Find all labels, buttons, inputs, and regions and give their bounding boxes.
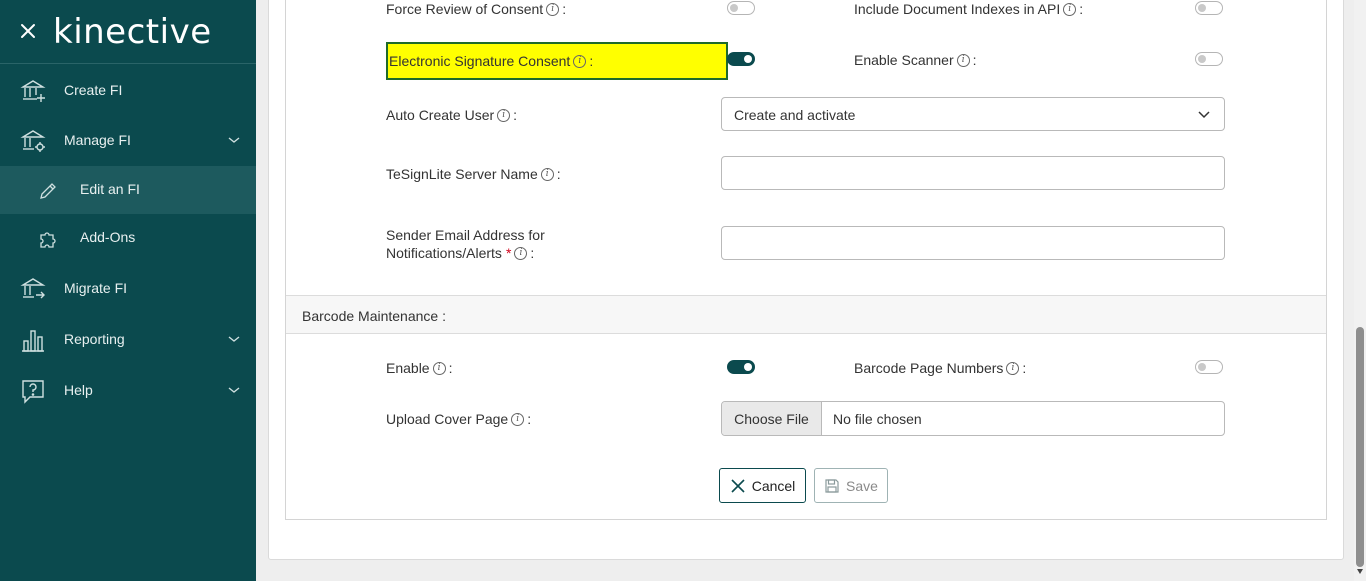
barcode-section-header: Barcode Maintenance : [286,295,1326,334]
page-scrollbar[interactable] [1354,0,1366,581]
section-title: Barcode Maintenance : [302,308,446,324]
sender-email-text-line1: Sender Email Address for [386,227,545,243]
bank-arrow-icon [20,278,46,299]
colon: : [1079,1,1084,17]
info-icon[interactable]: i [540,167,554,181]
sidebar-item-label: Help [64,382,93,398]
bank-plus-icon [20,80,46,102]
colon: : [972,52,977,68]
barcode-page-numbers-toggle[interactable] [1195,360,1223,374]
tesignlite-text: TeSignLite Server Name [386,166,538,182]
sender-email-input[interactable] [721,226,1225,260]
sidebar-item-label: Add-Ons [80,229,136,245]
auto-create-user-select[interactable]: Create and activate [721,97,1225,131]
include-doc-indexes-label: Include Document Indexes in API i : [854,1,1083,17]
help-bubble-icon [22,380,44,404]
cover-page-file-input[interactable]: Choose File No file chosen [721,401,1225,436]
pencil-icon [40,183,56,199]
chevron-down-icon [1198,111,1210,119]
cancel-label: Cancel [751,477,796,494]
info-icon[interactable]: i [956,53,970,67]
scroll-down-arrow-icon[interactable] [1357,569,1363,574]
esign-consent-toggle[interactable] [727,52,755,66]
file-status-text: No file chosen [833,411,922,427]
colon: : [530,245,535,261]
floppy-disk-icon [825,478,839,493]
close-icon[interactable] [18,21,38,41]
info-icon[interactable]: i [1006,361,1020,375]
auto-create-user-value: Create and activate [734,107,856,123]
info-icon[interactable]: i [1063,2,1077,16]
info-icon[interactable]: i [546,2,560,16]
save-button[interactable]: Save [814,468,888,503]
required-mark: * [505,245,512,261]
sidebar-item-label: Reporting [64,331,125,347]
esign-consent-text: Electronic Signature Consent [389,53,571,69]
esign-consent-label: Electronic Signature Consent i : [389,53,593,69]
close-icon [731,478,745,493]
sidebar-item-label: Manage FI [64,132,131,148]
save-label: Save [846,477,878,494]
colon: : [1022,360,1027,376]
sidebar-item-label: Create FI [64,82,123,98]
force-review-toggle[interactable] [727,1,755,15]
info-icon[interactable]: i [511,412,525,426]
force-review-text: Force Review of Consent [386,1,544,17]
choose-file-button[interactable]: Choose File [722,402,822,435]
info-icon[interactable]: i [432,361,446,375]
sidebar-item-help[interactable]: Help [0,365,256,415]
include-doc-indexes-toggle[interactable] [1195,1,1223,15]
tesignlite-input[interactable] [721,156,1225,190]
colon: : [562,1,567,17]
sidebar-item-label: Migrate FI [64,280,128,296]
chevron-down-icon [228,387,240,393]
barcode-page-numbers-label: Barcode Page Numbers i : [854,360,1026,376]
auto-create-user-label: Auto Create User i : [386,107,517,123]
sidebar: kinective Create FI Manage FI Edit an FI… [0,0,256,581]
barcode-enable-label: Enable i : [386,360,452,376]
colon: : [589,53,594,69]
enable-scanner-text: Enable Scanner [854,52,954,68]
tesignlite-label: TeSignLite Server Name i : [386,166,561,182]
info-icon[interactable]: i [514,247,528,260]
info-icon[interactable]: i [573,54,587,68]
sidebar-item-create-fi[interactable]: Create FI [0,65,256,115]
chevron-down-icon [228,137,240,143]
brand-logo: kinective [53,12,212,52]
sidebar-item-edit-an-fi[interactable]: Edit an FI [0,166,256,214]
colon: : [448,360,453,376]
puzzle-icon [40,232,56,248]
enable-scanner-label: Enable Scanner i : [854,52,977,68]
enable-scanner-toggle[interactable] [1195,52,1223,66]
include-doc-indexes-text: Include Document Indexes in API [854,1,1061,17]
info-icon[interactable]: i [497,108,511,122]
cancel-button[interactable]: Cancel [719,468,806,503]
sidebar-item-add-ons[interactable]: Add-Ons [0,214,256,262]
upload-cover-page-label: Upload Cover Page i : [386,411,531,427]
sender-email-label: Sender Email Address for [386,225,545,246]
sender-email-label-line2: Notifications/Alerts * i : [386,246,534,261]
scrollbar-thumb[interactable] [1356,327,1364,567]
colon: : [513,107,518,123]
sidebar-header: kinective [0,0,256,64]
sidebar-item-reporting[interactable]: Reporting [0,314,256,364]
sidebar-item-manage-fi[interactable]: Manage FI [0,115,256,165]
auto-create-user-text: Auto Create User [386,107,495,123]
sender-email-text-line2: Notifications/Alerts [386,245,502,261]
upload-cover-page-text: Upload Cover Page [386,411,509,427]
sidebar-item-migrate-fi[interactable]: Migrate FI [0,263,256,313]
barcode-enable-toggle[interactable] [727,360,755,374]
barcode-enable-text: Enable [386,360,430,376]
sidebar-item-label: Edit an FI [80,181,140,197]
bar-chart-icon [22,330,44,352]
bank-gear-icon [20,130,46,152]
colon: : [556,166,561,182]
colon: : [527,411,532,427]
barcode-page-numbers-text: Barcode Page Numbers [854,360,1004,376]
force-review-label: Force Review of Consent i : [386,1,566,17]
chevron-down-icon [228,336,240,342]
